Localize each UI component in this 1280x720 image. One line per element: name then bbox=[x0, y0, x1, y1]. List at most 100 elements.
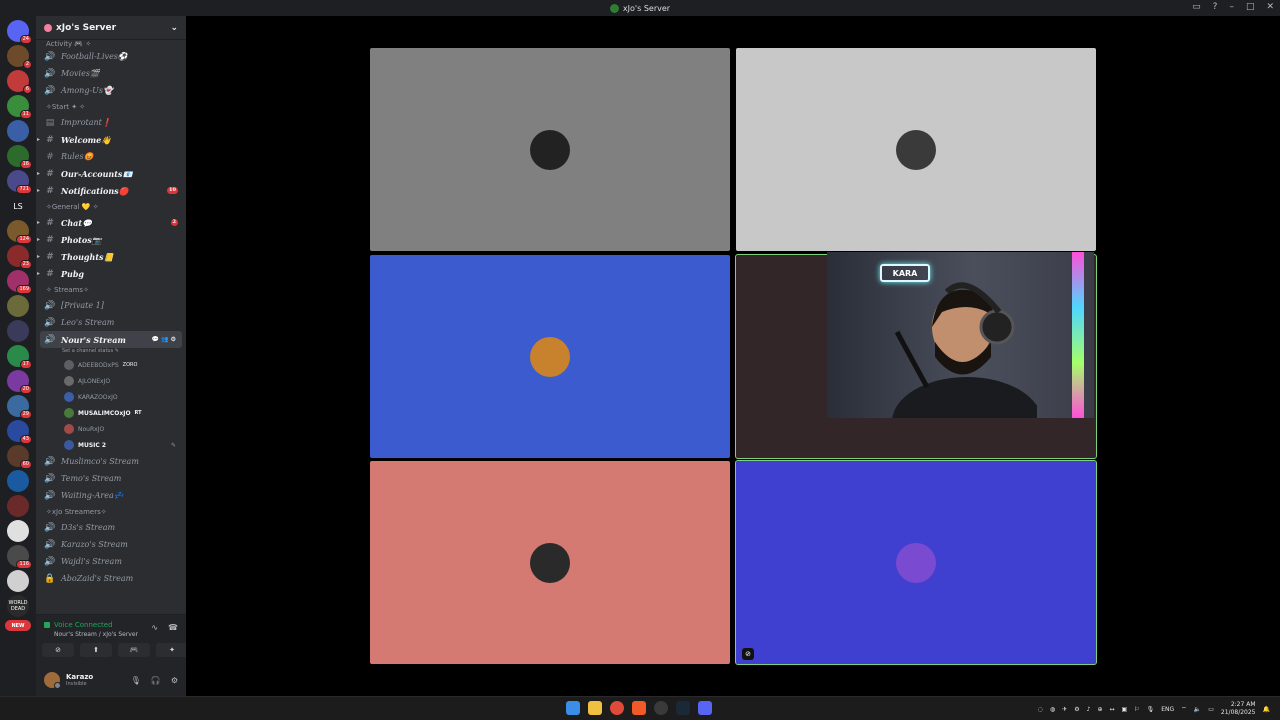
close-button[interactable]: ✕ bbox=[1266, 2, 1274, 12]
server-icon-2[interactable]: 6 bbox=[7, 70, 32, 94]
server-icon-13[interactable]: 17 bbox=[7, 345, 32, 369]
server-header[interactable]: xJo's Server ⌄ bbox=[36, 16, 186, 40]
voice-member[interactable]: NouRxJO bbox=[40, 421, 182, 437]
tray-icon[interactable]: ♪ bbox=[1087, 706, 1091, 713]
chrome-icon[interactable] bbox=[610, 701, 624, 715]
channel-thoughts[interactable]: ▸ # Thoughts📒 bbox=[37, 248, 182, 265]
minimize-button[interactable]: – bbox=[1229, 2, 1234, 12]
inbox-icon[interactable]: ▭ bbox=[1192, 2, 1201, 12]
channel-muslimco[interactable]: 🔊 Muslimco's Stream bbox=[40, 453, 182, 470]
channel-important[interactable]: ▤ Improtant❗ bbox=[40, 114, 182, 131]
brave-icon[interactable] bbox=[632, 701, 646, 715]
chevron-down-icon[interactable]: ⌄ bbox=[170, 23, 178, 33]
channel-d3s[interactable]: 🔊 D3s's Stream bbox=[40, 519, 182, 536]
server-icon-15[interactable]: 29 bbox=[7, 395, 32, 419]
channel-rules[interactable]: # Rules😡 bbox=[40, 148, 182, 165]
category-activity[interactable]: Activity 🎮 ✧ bbox=[40, 40, 182, 48]
webcam-video-tile[interactable]: KARA bbox=[827, 252, 1094, 418]
channel-chat[interactable]: ▸ # Chat💬 2 bbox=[37, 214, 182, 231]
server-icon-20[interactable] bbox=[7, 520, 29, 542]
channel-abozaid[interactable]: 🔒 AboZaid's Stream bbox=[40, 570, 182, 587]
tray-icon[interactable]: ⊕ bbox=[1097, 706, 1102, 713]
battery-icon[interactable]: ▭ bbox=[1208, 706, 1214, 713]
category-streamers[interactable]: ✧xJo Streamers✧ bbox=[40, 504, 182, 519]
channel-notifications[interactable]: ▸ # Notifications🔴 10 bbox=[37, 182, 182, 199]
activity-button[interactable]: 🎮 bbox=[118, 643, 150, 657]
tray-icon[interactable]: ✈ bbox=[1062, 706, 1067, 713]
channel-welcome[interactable]: ▸ # Welcome👋 bbox=[37, 131, 182, 148]
volume-icon[interactable]: 🔈 bbox=[1194, 706, 1201, 713]
server-icon-11[interactable] bbox=[7, 295, 29, 317]
server-icon-5[interactable]: 16 bbox=[7, 145, 32, 169]
language-indicator[interactable]: ENG bbox=[1161, 706, 1174, 713]
file-explorer-icon[interactable] bbox=[588, 701, 602, 715]
channel-photos[interactable]: ▸ # Photos📷 bbox=[37, 231, 182, 248]
participant-tile[interactable] bbox=[736, 48, 1096, 251]
server-icon-22[interactable] bbox=[7, 570, 29, 592]
category-general[interactable]: ✧General 💛 ✧ bbox=[40, 199, 182, 214]
tray-icon[interactable]: 🎙 bbox=[1147, 706, 1155, 713]
server-icon-16[interactable]: 43 bbox=[7, 420, 32, 444]
avatar[interactable] bbox=[44, 672, 61, 689]
server-icon-8[interactable]: 124 bbox=[7, 220, 32, 244]
channel-leo[interactable]: 🔊 Leo's Stream bbox=[40, 314, 182, 331]
category-streams[interactable]: ✧ Streams✧ bbox=[40, 282, 182, 297]
maximize-button[interactable]: □ bbox=[1246, 2, 1255, 12]
server-icon-10[interactable]: 169 bbox=[7, 270, 32, 294]
new-badge[interactable]: NEW bbox=[5, 620, 31, 631]
channel-movies[interactable]: 🔊 Movies🎬 bbox=[40, 65, 182, 82]
system-clock[interactable]: 2:27 AM 21/08/2025 bbox=[1221, 701, 1256, 717]
channel-pubg[interactable]: ▸ # Pubg bbox=[37, 265, 182, 282]
channel-karazo[interactable]: 🔊 Karazo's Stream bbox=[40, 536, 182, 553]
disconnect-icon[interactable]: ☎ bbox=[168, 623, 178, 632]
participant-tile[interactable]: ⊘ bbox=[735, 460, 1097, 665]
server-icon-1[interactable]: 2 bbox=[7, 45, 32, 69]
soundboard-button[interactable]: ✦ bbox=[156, 643, 188, 657]
voice-member[interactable]: AJLONExJO bbox=[40, 373, 182, 389]
server-icon-17[interactable]: 60 bbox=[7, 445, 32, 469]
server-icon-9[interactable]: 23 bbox=[7, 245, 32, 269]
participant-tile[interactable] bbox=[370, 48, 730, 251]
tray-icon[interactable]: ↔ bbox=[1109, 706, 1114, 713]
tray-icon[interactable]: ⚐ bbox=[1134, 706, 1139, 713]
server-icon-21[interactable]: 116 bbox=[7, 545, 32, 569]
server-icon-7[interactable]: LS bbox=[7, 195, 29, 217]
obs-icon[interactable] bbox=[654, 701, 668, 715]
channel-status-prompt[interactable]: Set a channel status ✎ bbox=[40, 348, 182, 357]
tray-icon[interactable]: ▣ bbox=[1122, 706, 1128, 713]
start-menu-icon[interactable] bbox=[566, 701, 580, 715]
channel-wajdi[interactable]: 🔊 Wajdi's Stream bbox=[40, 553, 182, 570]
discord-icon[interactable] bbox=[698, 701, 712, 715]
headphones-icon[interactable]: 🎧 bbox=[151, 676, 161, 685]
username[interactable]: Karazo bbox=[66, 673, 93, 681]
help-icon[interactable]: ? bbox=[1213, 2, 1218, 12]
voice-status[interactable]: Voice Connected bbox=[54, 621, 113, 629]
voice-member[interactable]: KARAZOOxJO bbox=[40, 389, 182, 405]
settings-gear-icon[interactable]: ⚙ bbox=[171, 676, 178, 685]
voice-location[interactable]: Nour's Stream / xJo's Server bbox=[54, 631, 138, 638]
server-icon-3[interactable]: 11 bbox=[7, 95, 32, 119]
screen-share-button[interactable]: ⬆ bbox=[80, 643, 112, 657]
server-icon-0[interactable]: 24 bbox=[7, 20, 32, 44]
server-icon-4[interactable] bbox=[7, 120, 29, 142]
wifi-icon[interactable]: ⌔ bbox=[1181, 705, 1187, 713]
channel-nour[interactable]: 🔊 Nour's Stream 💬👥⚙ bbox=[40, 331, 182, 348]
category-start[interactable]: ✧Start ✦ ✧ bbox=[40, 99, 182, 114]
steam-icon[interactable] bbox=[676, 701, 690, 715]
voice-member[interactable]: ADEEBODxPS ZORO bbox=[40, 357, 182, 373]
microphone-icon[interactable]: 🎙 bbox=[131, 676, 141, 685]
notification-icon[interactable]: 🔔 bbox=[1263, 706, 1270, 713]
voice-member[interactable]: MUSIC 2 ✎ bbox=[40, 437, 182, 453]
server-icon-23[interactable]: WORLD DEAD bbox=[7, 595, 29, 617]
channel-temo[interactable]: 🔊 Temo's Stream bbox=[40, 470, 182, 487]
participant-tile[interactable] bbox=[370, 255, 730, 458]
channel-football[interactable]: 🔊 Football-Lives⚽ bbox=[40, 48, 182, 65]
tray-icon[interactable]: ◍ bbox=[1050, 706, 1055, 713]
channel-accounts[interactable]: ▸ # Our-Accounts📧 bbox=[37, 165, 182, 182]
server-icon-6[interactable]: 721 bbox=[7, 170, 32, 194]
tray-icon[interactable]: ⚙ bbox=[1074, 706, 1079, 713]
channel-private[interactable]: 🔊 [Private 1] bbox=[40, 297, 182, 314]
noise-suppression-icon[interactable]: ∿ bbox=[151, 623, 158, 632]
edit-icon[interactable]: ✎ bbox=[171, 442, 176, 449]
channel-waiting[interactable]: 🔊 Waiting-Area💤 bbox=[40, 487, 182, 504]
